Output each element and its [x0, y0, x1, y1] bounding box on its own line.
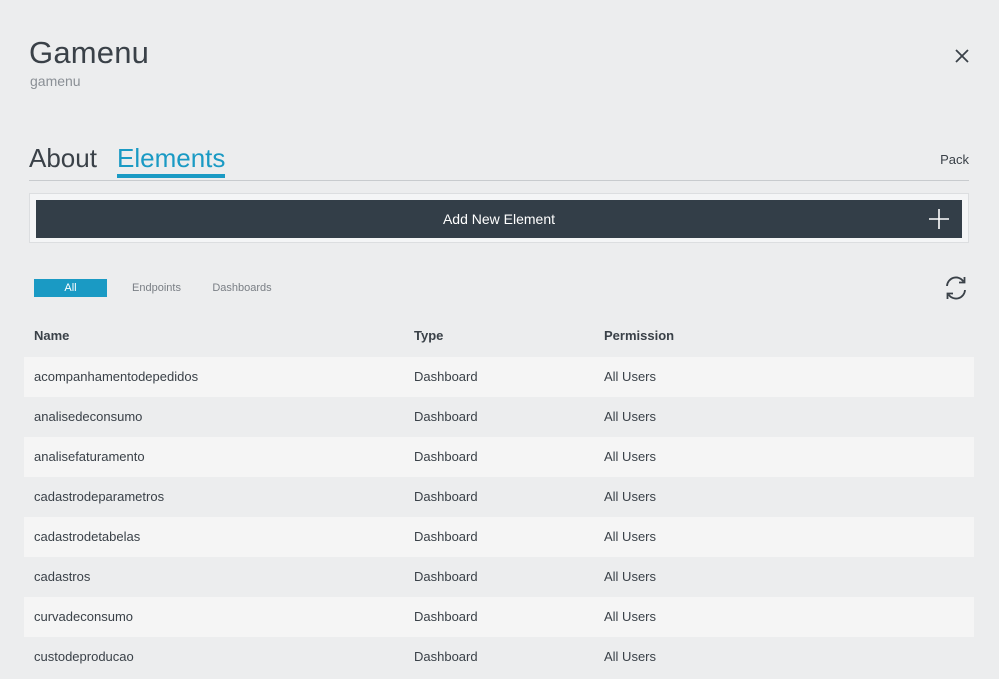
table-body: acompanhamentodepedidos Dashboard All Us… — [24, 357, 974, 677]
plus-icon — [929, 209, 949, 229]
row-name: custodeproducao — [34, 649, 134, 664]
table-row[interactable]: cadastrodetabelas Dashboard All Users — [24, 517, 974, 557]
tab-about[interactable]: About — [29, 142, 97, 174]
row-permission: All Users — [604, 609, 657, 624]
page-title: Gamenu — [29, 35, 150, 70]
row-name: cadastrodeparametros — [34, 489, 165, 504]
tab-elements-label: Elements — [117, 143, 226, 173]
row-name: cadastros — [34, 569, 91, 584]
active-tab-indicator — [117, 174, 226, 178]
row-permission: All Users — [604, 569, 657, 584]
table-header: Name Type Permission — [24, 317, 974, 357]
refresh-button[interactable] — [944, 275, 968, 301]
row-permission: All Users — [604, 409, 657, 424]
close-icon — [955, 49, 969, 63]
table-row[interactable]: cadastros Dashboard All Users — [24, 557, 974, 597]
table-row[interactable]: analisefaturamento Dashboard All Users — [24, 437, 974, 477]
row-name: acompanhamentodepedidos — [34, 369, 199, 384]
add-new-element-button[interactable]: Add New Element — [36, 200, 962, 238]
row-type: Dashboard — [414, 649, 478, 664]
pack-link[interactable]: Pack — [940, 152, 969, 167]
element-manager-page: Gamenu gamenu About Elements Pack Add Ne… — [0, 0, 999, 679]
row-type: Dashboard — [414, 449, 478, 464]
row-permission: All Users — [604, 649, 657, 664]
elements-table: Name Type Permission acompanhamentodeped… — [24, 317, 974, 677]
table-row[interactable]: custodeproducao Dashboard All Users — [24, 637, 974, 677]
column-header-name[interactable]: Name — [34, 328, 69, 343]
row-name: cadastrodetabelas — [34, 529, 141, 544]
tab-elements[interactable]: Elements — [117, 142, 226, 178]
table-row[interactable]: cadastrodeparametros Dashboard All Users — [24, 477, 974, 517]
tab-bar: About Elements Pack — [29, 140, 969, 181]
close-button[interactable] — [951, 45, 973, 67]
page-subtitle: gamenu — [30, 73, 81, 89]
row-name: curvadeconsumo — [34, 609, 133, 624]
row-type: Dashboard — [414, 569, 478, 584]
refresh-icon — [946, 276, 966, 300]
row-name: analisefaturamento — [34, 449, 145, 464]
column-header-permission[interactable]: Permission — [604, 328, 674, 343]
row-permission: All Users — [604, 449, 657, 464]
column-header-type[interactable]: Type — [414, 328, 443, 343]
table-row[interactable]: acompanhamentodepedidos Dashboard All Us… — [24, 357, 974, 397]
filter-all[interactable]: All — [34, 279, 107, 297]
row-type: Dashboard — [414, 529, 478, 544]
add-new-element-label: Add New Element — [442, 211, 556, 227]
add-element-panel: Add New Element — [29, 193, 969, 243]
table-row[interactable]: analisedeconsumo Dashboard All Users — [24, 397, 974, 437]
row-permission: All Users — [604, 489, 657, 504]
row-type: Dashboard — [414, 369, 478, 384]
row-permission: All Users — [604, 529, 657, 544]
row-type: Dashboard — [414, 609, 478, 624]
filter-endpoints[interactable]: Endpoints — [122, 279, 191, 297]
filter-dashboards[interactable]: Dashboards — [206, 279, 278, 297]
row-type: Dashboard — [414, 409, 478, 424]
table-row[interactable]: curvadeconsumo Dashboard All Users — [24, 597, 974, 637]
row-type: Dashboard — [414, 489, 478, 504]
row-permission: All Users — [604, 369, 657, 384]
row-name: analisedeconsumo — [34, 409, 143, 424]
